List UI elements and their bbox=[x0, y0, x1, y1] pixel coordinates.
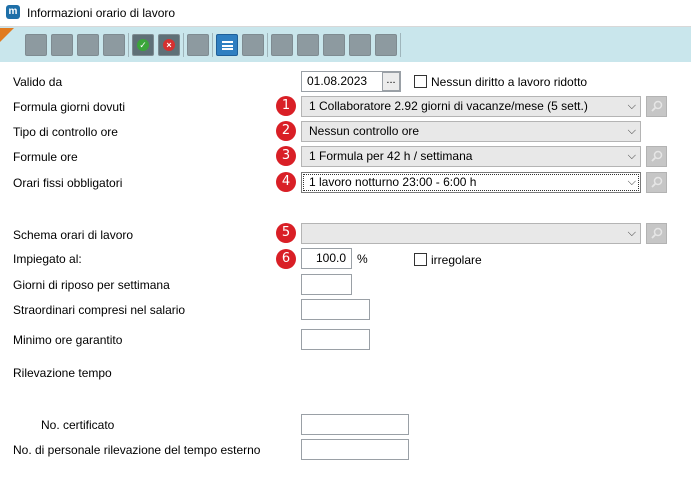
toolbar-separator bbox=[128, 33, 129, 57]
no-personale-label: No. di personale rilevazione del tempo e… bbox=[13, 443, 261, 457]
search-icon bbox=[651, 227, 663, 239]
step-badge-4: 4 bbox=[276, 172, 296, 192]
formule-ore-select[interactable]: 1 Formula per 42 h / settimana ⌵ bbox=[301, 146, 641, 167]
irregolare-checkbox[interactable] bbox=[414, 253, 427, 266]
toolbar-separator bbox=[400, 33, 401, 57]
no-personale-input[interactable] bbox=[301, 439, 409, 460]
toolbar-button-10[interactable] bbox=[349, 34, 371, 56]
formule-ore-label: Formule ore bbox=[13, 150, 78, 164]
step-badge-3: 3 bbox=[276, 146, 296, 166]
toolbar-button-8[interactable] bbox=[297, 34, 319, 56]
step-badge-5: 5 bbox=[276, 223, 296, 243]
nessun-diritto-checkbox[interactable] bbox=[414, 75, 427, 88]
title-bar: m Informazioni orario di lavoro bbox=[0, 0, 691, 27]
check-icon: ✓ bbox=[137, 39, 149, 51]
formula-giorni-lookup-button[interactable] bbox=[646, 96, 667, 117]
formula-giorni-label: Formula giorni dovuti bbox=[13, 100, 126, 114]
formula-giorni-value: 1 Collaboratore 2.92 giorni di vacanze/m… bbox=[309, 99, 588, 113]
rilevazione-section-title: Rilevazione tempo bbox=[13, 366, 112, 380]
formula-giorni-select[interactable]: 1 Collaboratore 2.92 giorni di vacanze/m… bbox=[301, 96, 641, 117]
toolbar-button-1[interactable] bbox=[25, 34, 47, 56]
search-icon bbox=[651, 176, 663, 188]
chevron-down-icon: ⌵ bbox=[627, 227, 636, 239]
toolbar-button-4[interactable] bbox=[103, 34, 125, 56]
toolbar-button-9[interactable] bbox=[323, 34, 345, 56]
schema-orari-select[interactable]: ⌵ bbox=[301, 223, 641, 244]
corner-marker-icon bbox=[0, 28, 14, 42]
step-badge-1: 1 bbox=[276, 96, 296, 116]
scrollbar-track[interactable] bbox=[680, 62, 691, 478]
confirm-button[interactable]: ✓ bbox=[132, 34, 154, 56]
straordinari-label: Straordinari compresi nel salario bbox=[13, 303, 186, 317]
orari-fissi-lookup-button[interactable] bbox=[646, 172, 667, 193]
toolbar-button-3[interactable] bbox=[77, 34, 99, 56]
impiegato-label: Impiegato al: bbox=[13, 252, 82, 266]
chevron-down-icon: ⌵ bbox=[627, 100, 636, 112]
toolbar-button-2[interactable] bbox=[51, 34, 73, 56]
tipo-controllo-value: Nessun controllo ore bbox=[309, 124, 420, 138]
chevron-down-icon: ⌵ bbox=[627, 176, 636, 188]
tipo-controllo-label: Tipo di controllo ore bbox=[13, 125, 118, 139]
list-lines-icon bbox=[222, 41, 233, 50]
toolbar-button-5[interactable] bbox=[187, 34, 209, 56]
toolbar-button-11[interactable] bbox=[375, 34, 397, 56]
toolbar-button-6[interactable] bbox=[242, 34, 264, 56]
step-badge-6: 6 bbox=[276, 249, 296, 269]
toolbar-separator bbox=[183, 33, 184, 57]
cancel-button[interactable]: × bbox=[158, 34, 180, 56]
nessun-diritto-label: Nessun diritto a lavoro ridotto bbox=[431, 75, 588, 89]
search-icon bbox=[651, 100, 663, 112]
giorni-riposo-input[interactable] bbox=[301, 274, 352, 295]
formule-ore-value: 1 Formula per 42 h / settimana bbox=[309, 149, 473, 163]
window-title: Informazioni orario di lavoro bbox=[27, 6, 176, 20]
date-picker-button[interactable]: ... bbox=[382, 72, 400, 91]
step-badge-2: 2 bbox=[276, 121, 296, 141]
app-logo-icon: m bbox=[6, 5, 20, 19]
formule-ore-lookup-button[interactable] bbox=[646, 146, 667, 167]
irregolare-label: irregolare bbox=[431, 253, 482, 267]
straordinari-input[interactable] bbox=[301, 299, 370, 320]
close-icon: × bbox=[163, 39, 175, 51]
toolbar-button-7[interactable] bbox=[271, 34, 293, 56]
minimo-ore-label: Minimo ore garantito bbox=[13, 333, 123, 347]
chevron-down-icon: ⌵ bbox=[627, 125, 636, 137]
minimo-ore-input[interactable] bbox=[301, 329, 370, 350]
valido-da-label: Valido da bbox=[13, 75, 63, 89]
orari-fissi-select[interactable]: 1 lavoro notturno 23:00 - 6:00 h ⌵ bbox=[301, 172, 641, 193]
search-icon bbox=[651, 150, 663, 162]
orari-fissi-label: Orari fissi obbligatori bbox=[13, 176, 123, 190]
no-certificato-input[interactable] bbox=[301, 414, 409, 435]
no-certificato-label: No. certificato bbox=[41, 418, 115, 432]
impiegato-input[interactable]: 100.0 bbox=[301, 248, 352, 269]
tipo-controllo-select[interactable]: Nessun controllo ore ⌵ bbox=[301, 121, 641, 142]
schema-orari-label: Schema orari di lavoro bbox=[13, 228, 134, 242]
orari-fissi-value: 1 lavoro notturno 23:00 - 6:00 h bbox=[309, 175, 477, 189]
toolbar-separator bbox=[212, 33, 213, 57]
percent-unit: % bbox=[357, 252, 368, 266]
toolbar-separator bbox=[267, 33, 268, 57]
details-view-button[interactable] bbox=[216, 34, 238, 56]
schema-orari-lookup-button[interactable] bbox=[646, 223, 667, 244]
chevron-down-icon: ⌵ bbox=[627, 150, 636, 162]
giorni-riposo-label: Giorni di riposo per settimana bbox=[13, 278, 170, 292]
